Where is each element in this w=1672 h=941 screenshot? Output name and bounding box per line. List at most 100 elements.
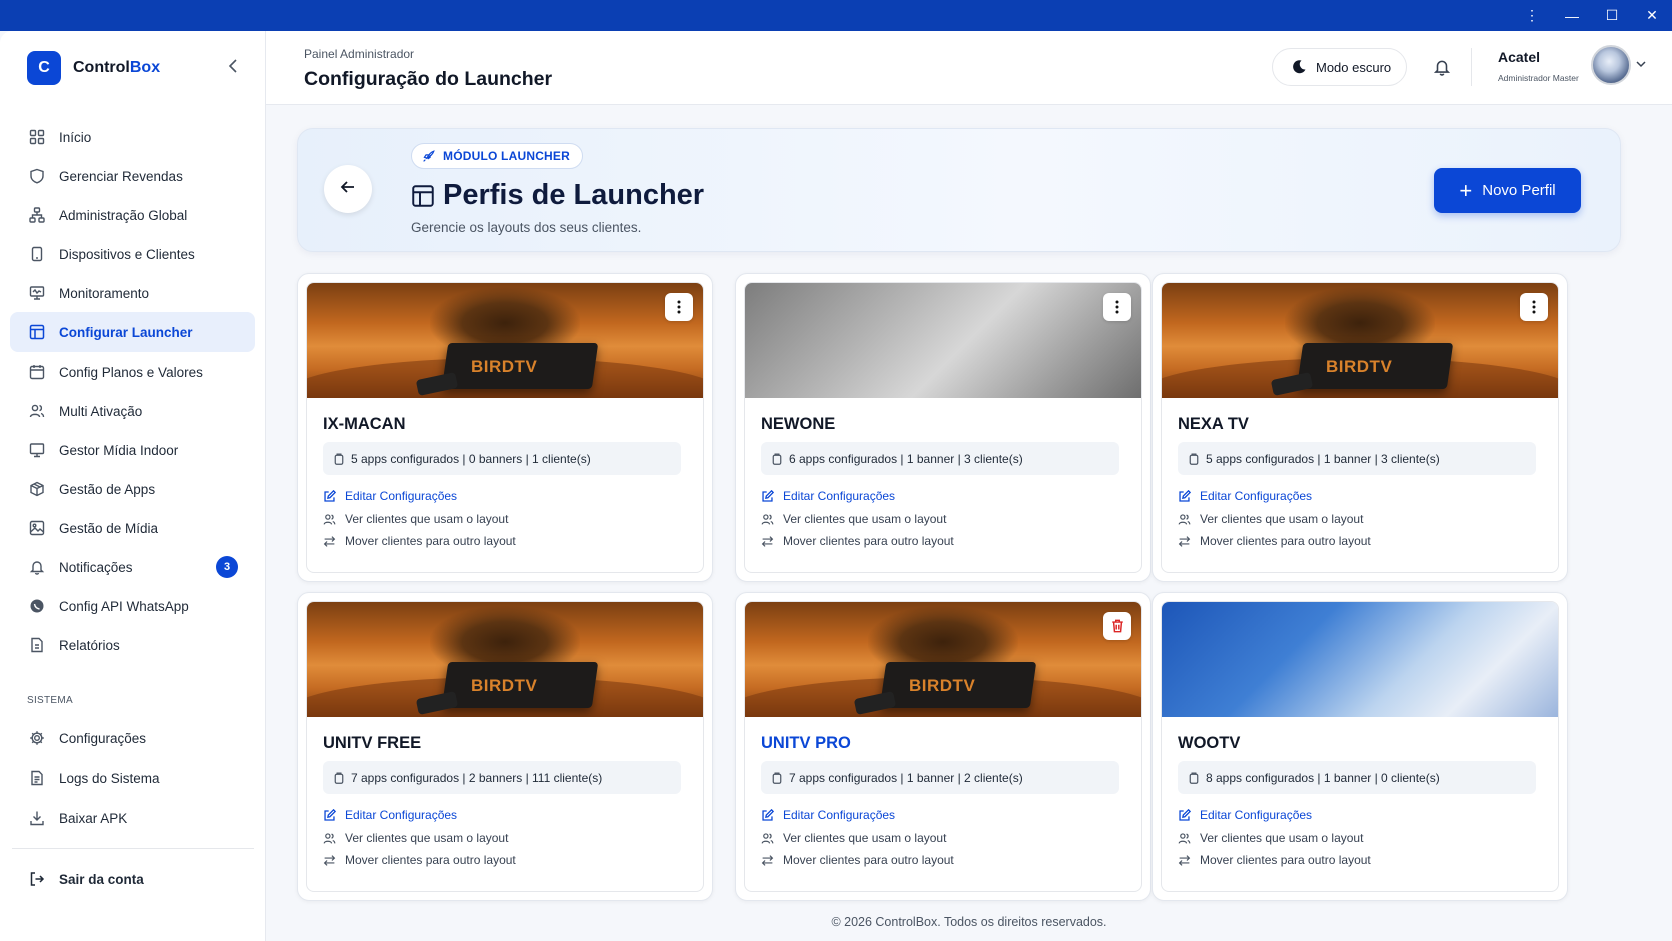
sidebar-item-configuracoes[interactable]: Configurações bbox=[10, 718, 255, 758]
sidebar-item-label: Gestão de Mídia bbox=[59, 520, 159, 536]
sidebar-divider bbox=[12, 848, 254, 849]
move-clients-link[interactable]: Mover clientes para outro layout bbox=[323, 534, 516, 548]
profile-card[interactable]: BIRDTV UNITV PRO 7 apps configurados | 1… bbox=[735, 592, 1151, 901]
trash-icon[interactable] bbox=[1103, 612, 1131, 640]
profile-thumbnail: BIRDTV bbox=[307, 602, 703, 717]
window-titlebar: ⋮ — ☐ ✕ bbox=[0, 0, 1672, 31]
dark-mode-label: Modo escuro bbox=[1316, 59, 1392, 75]
sidebar-item-label: Config Planos e Valores bbox=[59, 364, 203, 380]
sidebar-item-notificacoes[interactable]: Notificações 3 bbox=[10, 547, 255, 587]
more-options-icon[interactable] bbox=[1520, 293, 1548, 321]
sidebar-item-configurar-launcher[interactable]: Configurar Launcher bbox=[10, 312, 255, 352]
view-clients-link[interactable]: Ver clientes que usam o layout bbox=[323, 512, 508, 526]
module-pill-label: MÓDULO LAUNCHER bbox=[443, 149, 570, 163]
thumbnail-logo-text: BIRDTV bbox=[1326, 357, 1393, 376]
sidebar-item-gerenciar-revendas[interactable]: Gerenciar Revendas bbox=[10, 156, 255, 196]
sidebar-item-multi-ativacao[interactable]: Multi Ativação bbox=[10, 391, 255, 431]
profile-name: NEWONE bbox=[761, 415, 836, 433]
profile-card[interactable]: BIRDTV NEXA TV 5 apps configurados | 1 b… bbox=[1152, 273, 1568, 582]
view-clients-link[interactable]: Ver clientes que usam o layout bbox=[761, 512, 946, 526]
user-name[interactable]: Acatel bbox=[1498, 49, 1540, 65]
window-minimize-button[interactable]: — bbox=[1552, 0, 1592, 31]
profile-name: UNITV PRO bbox=[761, 734, 851, 752]
new-profile-label: Novo Perfil bbox=[1482, 182, 1556, 199]
sidebar-item-config-api-whatsapp[interactable]: Config API WhatsApp bbox=[10, 586, 255, 626]
new-profile-button[interactable]: + Novo Perfil bbox=[1434, 168, 1581, 213]
profile-thumbnail bbox=[1162, 602, 1558, 717]
sidebar-item-administracao-global[interactable]: Administração Global bbox=[10, 195, 255, 235]
more-options-icon[interactable] bbox=[665, 293, 693, 321]
layout-icon bbox=[28, 323, 46, 341]
profile-name: IX-MACAN bbox=[323, 415, 406, 433]
sidebar-item-logs[interactable]: Logs do Sistema bbox=[10, 758, 255, 798]
file-icon bbox=[28, 636, 46, 654]
whatsapp-icon bbox=[28, 597, 46, 615]
users-icon bbox=[761, 832, 775, 845]
more-options-icon[interactable] bbox=[1103, 293, 1131, 321]
sidebar-item-label: Multi Ativação bbox=[59, 403, 143, 419]
sidebar-item-baixar-apk[interactable]: Baixar APK bbox=[10, 798, 255, 838]
window-close-button[interactable]: ✕ bbox=[1632, 0, 1672, 31]
view-clients-link[interactable]: Ver clientes que usam o layout bbox=[761, 831, 946, 845]
page-title: Configuração do Launcher bbox=[304, 68, 553, 90]
sidebar-item-gestao-apps[interactable]: Gestão de Apps bbox=[10, 469, 255, 509]
move-clients-link[interactable]: Mover clientes para outro layout bbox=[761, 534, 954, 548]
edit-settings-link[interactable]: Editar Configurações bbox=[323, 808, 457, 822]
profile-card[interactable]: WOOTV 8 apps configurados | 1 banner | 0… bbox=[1152, 592, 1568, 901]
sidebar-item-dispositivos[interactable]: Dispositivos e Clientes bbox=[10, 234, 255, 274]
sidebar-item-relatorios[interactable]: Relatórios bbox=[10, 625, 255, 665]
moon-icon bbox=[1291, 59, 1307, 75]
edit-settings-link[interactable]: Editar Configurações bbox=[323, 489, 457, 503]
window-maximize-button[interactable]: ☐ bbox=[1592, 0, 1632, 31]
profile-thumbnail bbox=[745, 283, 1141, 398]
sidebar-item-gestao-midia[interactable]: Gestão de Mídia bbox=[10, 508, 255, 548]
profile-name: NEXA TV bbox=[1178, 415, 1249, 433]
sidebar-item-gestor-midia-indoor[interactable]: Gestor Mídia Indoor bbox=[10, 430, 255, 470]
edit-settings-link[interactable]: Editar Configurações bbox=[761, 808, 895, 822]
sidebar-item-monitoramento[interactable]: Monitoramento bbox=[10, 273, 255, 313]
view-clients-link[interactable]: Ver clientes que usam o layout bbox=[1178, 512, 1363, 526]
image-icon bbox=[28, 519, 46, 537]
dark-mode-button[interactable]: Modo escuro bbox=[1272, 48, 1407, 86]
profile-card[interactable]: NEWONE 6 apps configurados | 1 banner | … bbox=[735, 273, 1151, 582]
rocket-icon bbox=[422, 149, 435, 163]
move-clients-link[interactable]: Mover clientes para outro layout bbox=[761, 853, 954, 867]
package-icon bbox=[1188, 772, 1200, 784]
edit-settings-link[interactable]: Editar Configurações bbox=[1178, 808, 1312, 822]
move-clients-link[interactable]: Mover clientes para outro layout bbox=[1178, 534, 1371, 548]
swap-icon bbox=[1178, 854, 1192, 867]
profile-card[interactable]: BIRDTV UNITV FREE 7 apps configurados | … bbox=[297, 592, 713, 901]
hero-title: Perfis de Launcher bbox=[411, 179, 704, 212]
move-clients-link[interactable]: Mover clientes para outro layout bbox=[1178, 853, 1371, 867]
sidebar-item-label: Dispositivos e Clientes bbox=[59, 246, 195, 262]
bell-icon bbox=[28, 558, 46, 576]
window-menu-button[interactable]: ⋮ bbox=[1512, 0, 1552, 31]
view-clients-link[interactable]: Ver clientes que usam o layout bbox=[323, 831, 508, 845]
hero-title-text: Perfis de Launcher bbox=[443, 179, 705, 211]
notifications-bell-icon[interactable] bbox=[1431, 56, 1453, 78]
edit-settings-link[interactable]: Editar Configurações bbox=[1178, 489, 1312, 503]
swap-icon bbox=[323, 535, 337, 548]
back-button[interactable] bbox=[324, 165, 372, 213]
edit-settings-link[interactable]: Editar Configurações bbox=[761, 489, 895, 503]
arrow-left-icon bbox=[339, 178, 357, 201]
chevron-down-icon[interactable] bbox=[1636, 57, 1646, 71]
top-header: Painel Administrador Configuração do Lau… bbox=[266, 31, 1672, 105]
view-clients-link[interactable]: Ver clientes que usam o layout bbox=[1178, 831, 1363, 845]
brand[interactable]: C ControlBox bbox=[27, 51, 160, 85]
collapse-sidebar-icon[interactable] bbox=[223, 56, 243, 76]
thumbnail-logo-text: BIRDTV bbox=[909, 676, 976, 695]
users-icon bbox=[761, 513, 775, 526]
sidebar-item-inicio[interactable]: Início bbox=[10, 117, 255, 157]
logout-label: Sair da conta bbox=[59, 871, 144, 887]
package-icon bbox=[771, 453, 783, 465]
logout-button[interactable]: Sair da conta bbox=[10, 859, 255, 899]
sidebar-item-label: Gestão de Apps bbox=[59, 481, 156, 497]
sidebar-item-config-planos[interactable]: Config Planos e Valores bbox=[10, 352, 255, 392]
avatar[interactable] bbox=[1591, 45, 1631, 85]
profile-card[interactable]: BIRDTV IX-MACAN 5 apps configurados | 0 … bbox=[297, 273, 713, 582]
profile-name: UNITV FREE bbox=[323, 734, 422, 752]
move-clients-link[interactable]: Mover clientes para outro layout bbox=[323, 853, 516, 867]
profile-stats: 5 apps configurados | 0 banners | 1 clie… bbox=[323, 442, 681, 475]
sidebar-item-label: Gestor Mídia Indoor bbox=[59, 442, 179, 458]
